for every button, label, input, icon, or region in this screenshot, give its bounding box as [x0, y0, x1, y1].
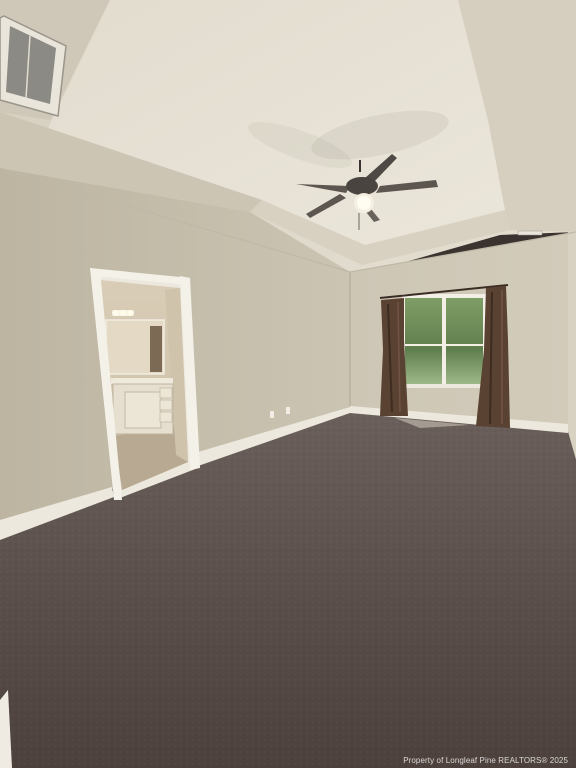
- bedroom-photo: Property of Longleaf Pine REALTORS® 2025: [0, 0, 576, 768]
- wall-vent: [517, 230, 543, 236]
- window: [400, 294, 488, 388]
- outlet: [286, 407, 290, 414]
- bedroom-illustration: [0, 0, 576, 768]
- bathroom-vanity: [111, 378, 174, 435]
- photo-watermark: Property of Longleaf Pine REALTORS® 2025: [403, 756, 568, 765]
- outlet: [270, 411, 274, 418]
